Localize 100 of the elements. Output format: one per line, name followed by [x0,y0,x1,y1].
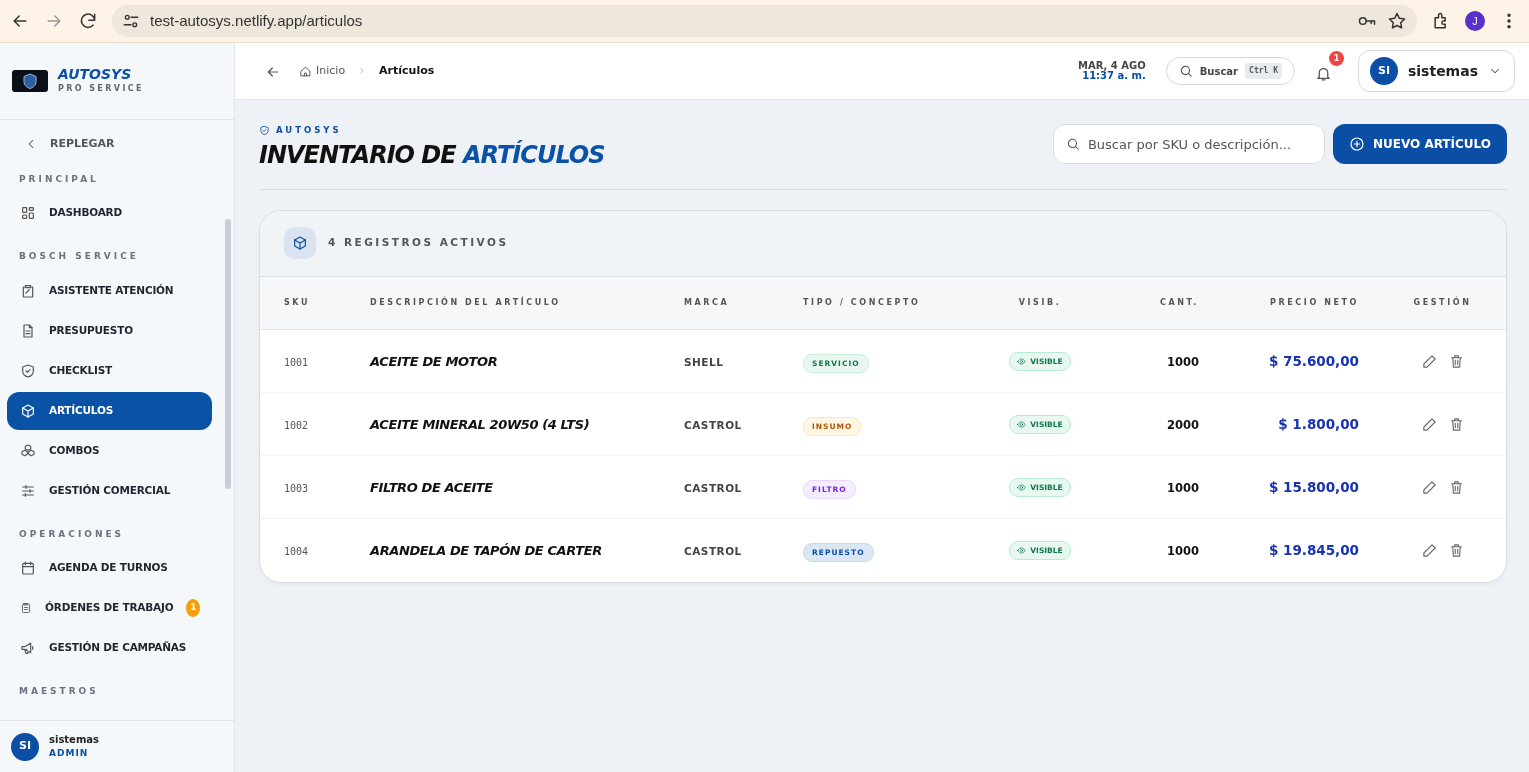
pencil-icon [1421,354,1437,370]
sku-text: 1004 [284,546,309,558]
trash-icon [1448,480,1464,496]
item-description: FILTRO DE ACEITE [370,480,493,496]
brand-text: CASTROL [684,482,742,495]
trash-icon [1448,354,1464,370]
column-header: CANT. [1159,297,1199,307]
brand-text: SHELL [684,356,724,369]
bell-icon [1314,65,1332,82]
column-header: MARCA [684,297,730,307]
column-header: PRECIO NETO [1270,297,1359,307]
grid-icon [20,205,36,221]
nav-item[interactable]: AGENDA DE TURNOS [7,549,212,587]
user-avatar: SI [11,732,39,761]
brand-text: CASTROL [684,545,742,558]
eye-icon [1017,546,1027,556]
trash-icon [1448,543,1464,559]
item-description: ACEITE DE MOTOR [370,354,498,370]
url-text: test-autosys.netlify.app/articulos [150,10,363,31]
nav-item[interactable]: ARTÍCULOS [7,391,212,430]
column-header: DESCRIPCIÓN DEL ARTÍCULO [370,297,561,307]
notifications-button[interactable]: 1 [1308,51,1344,91]
home-icon [299,64,312,78]
user-avatar: SI [1369,57,1398,85]
plus-circle-icon [1348,136,1365,152]
breadcrumb-current: Artículos [379,62,435,79]
section-heading: MAESTROS [18,685,100,698]
nav-item[interactable]: ASISTENTE ATENCIÓN [7,271,212,310]
nav-item[interactable]: DASHBOARD [7,194,212,232]
new-item-button[interactable]: NUEVO ARTÍCULO [1332,124,1507,164]
user-menu-button[interactable]: SI sistemas [1357,50,1515,92]
date-text: MAR, 4 AGO [1078,61,1146,71]
nav-item[interactable]: GESTIÓN COMERCIAL [7,471,212,510]
item-description: ARANDELA DE TAPÓN DE CARTER [370,543,602,559]
nav-item[interactable]: COMBOS [7,431,212,470]
cubes-icon [20,442,36,459]
search-field[interactable]: Buscar por SKU o descripción... [1052,124,1325,164]
eyebrow-label: AUTOSYS [276,124,342,137]
item-description: ACEITE MINERAL 20W50 (4 LTS) [370,417,590,433]
notification-badge: 1 [1328,51,1344,66]
clipboard-icon [20,282,36,299]
eye-icon [1017,357,1027,367]
nav-item[interactable]: ÓRDENES DE TRABAJO 1 [7,589,212,627]
user-name: sistemas [49,735,99,745]
price-text: $ 75.600,00 [1268,353,1359,370]
megaphone-icon [20,640,36,656]
address-bar[interactable]: test-autosys.netlify.app/articulos [112,5,1417,37]
search-icon [1065,137,1080,151]
scrollbar[interactable] [225,218,231,489]
site-settings-icon[interactable] [122,12,140,30]
brand-name: AUTOSYS [58,67,133,83]
quantity-text: 1000 [1167,544,1199,559]
column-header: TIPO / CONCEPTO [803,297,921,307]
user-role: ADMIN [49,749,90,758]
bookmark-star-icon[interactable] [1387,11,1407,31]
quantity-text: 2000 [1167,418,1199,433]
search-button[interactable]: Buscar Ctrl K [1165,57,1295,85]
shield-icon [259,124,270,136]
pencil-icon [1421,417,1437,433]
price-text: $ 15.800,00 [1268,479,1359,496]
section-heading: OPERACIONES [18,527,126,541]
pencil-icon [1421,480,1437,496]
reload-icon[interactable] [78,11,98,31]
sliders-icon [20,482,36,499]
column-header: SKU [284,297,311,307]
brand-text: CASTROL [684,419,742,432]
page-title: INVENTARIO DE ARTÍCULOS [259,140,605,170]
record-count: 4 REGISTROS ACTIVOS [328,235,509,251]
checklist-icon [20,600,33,616]
time-text: 11:37 a. m. [1082,71,1146,81]
brand-tagline: PRO SERVICE [58,82,144,95]
quantity-text: 1000 [1167,481,1199,496]
quantity-text: 1000 [1167,355,1199,370]
search-icon [1178,64,1193,78]
collapse-button[interactable]: REPLEGAR [0,120,234,159]
shield-icon [20,362,36,379]
logo-icon [12,70,48,92]
nav-item[interactable]: PRESUPUESTO [7,311,212,350]
nav-item[interactable]: CHECKLIST [7,351,212,390]
sku-text: 1003 [284,483,309,495]
cube-icon [20,402,36,419]
profile-avatar[interactable]: J [1465,11,1485,31]
shortcut-hint: Ctrl K [1245,63,1282,79]
section-heading: BOSCH SERVICE [18,250,140,263]
column-header: VISIB. [1018,297,1062,307]
price-text: $ 19.845,00 [1268,542,1359,559]
sku-text: 1001 [284,357,309,369]
eye-icon [1017,483,1027,493]
sku-text: 1002 [284,420,309,432]
count-badge: 1 [186,599,200,617]
section-heading: PRINCIPAL [18,172,100,186]
pencil-icon [1421,543,1437,559]
calendar-icon [20,560,36,576]
trash-icon [1448,417,1464,433]
nav-item[interactable]: GESTIÓN DE CAMPAÑAS [7,629,212,667]
breadcrumb-link[interactable]: Inicio [299,62,346,80]
document-icon [20,322,36,339]
column-header: GESTIÓN [1413,297,1472,307]
eye-icon [1017,420,1027,430]
user-name: sistemas [1407,61,1478,81]
